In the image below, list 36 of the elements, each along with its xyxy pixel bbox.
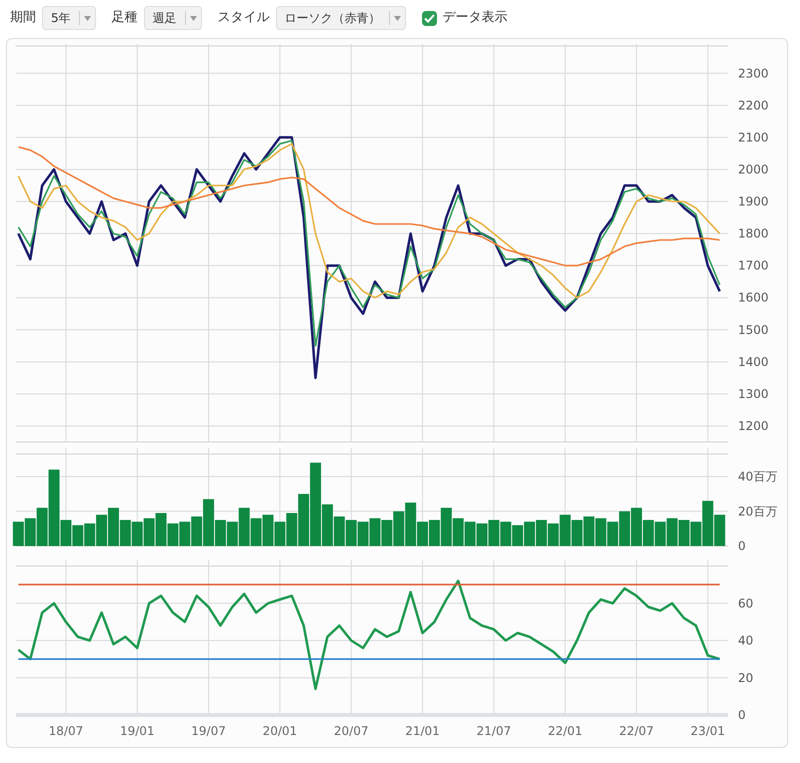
axis-label: 2000: [738, 162, 769, 176]
axis-label: 1600: [738, 290, 769, 305]
checkbox-label: データ表示: [442, 9, 508, 28]
select-dropdown[interactable]: 週足: [144, 6, 202, 30]
axis-label: 2300: [738, 66, 769, 80]
axis-label: 1700: [738, 258, 769, 273]
axis-label: 20/01: [262, 724, 298, 738]
axis-label: 2200: [738, 98, 769, 112]
axis-label: 40: [738, 634, 754, 648]
axis-label: 23/01: [690, 724, 726, 738]
axis-label: 1300: [738, 386, 769, 401]
axis-label: 22/07: [619, 724, 654, 738]
axis-label: 20百万: [738, 504, 778, 518]
select-dropdown[interactable]: ローソク（赤青）: [276, 6, 406, 30]
axis-label: 40百万: [738, 470, 778, 484]
axis-label: 21/01: [405, 724, 440, 738]
control-label: 期間: [10, 9, 36, 28]
axis-label: 1900: [738, 194, 769, 209]
axis-label: 0: [738, 708, 746, 722]
axis-label: 22/01: [548, 724, 582, 738]
control-label: 足種: [112, 9, 138, 28]
axis-label: 1800: [738, 226, 769, 241]
axis-label: 60: [738, 596, 754, 610]
axis-label: 18/07: [48, 724, 84, 738]
axis-label: 19/01: [120, 724, 155, 738]
axis-label: 0: [738, 539, 746, 553]
axis-label: 19/07: [191, 724, 226, 738]
axis-label: 20: [738, 670, 754, 685]
axis-label: 21/07: [476, 724, 512, 738]
select-dropdown[interactable]: 5年: [42, 6, 96, 30]
axis-label: 1500: [738, 322, 769, 337]
axis-label: 1200: [738, 418, 769, 433]
axis-label: 20/07: [334, 724, 368, 738]
axis-label: 2100: [738, 130, 769, 144]
control-label: スタイル: [218, 9, 270, 28]
axis-label: 1400: [738, 354, 769, 369]
